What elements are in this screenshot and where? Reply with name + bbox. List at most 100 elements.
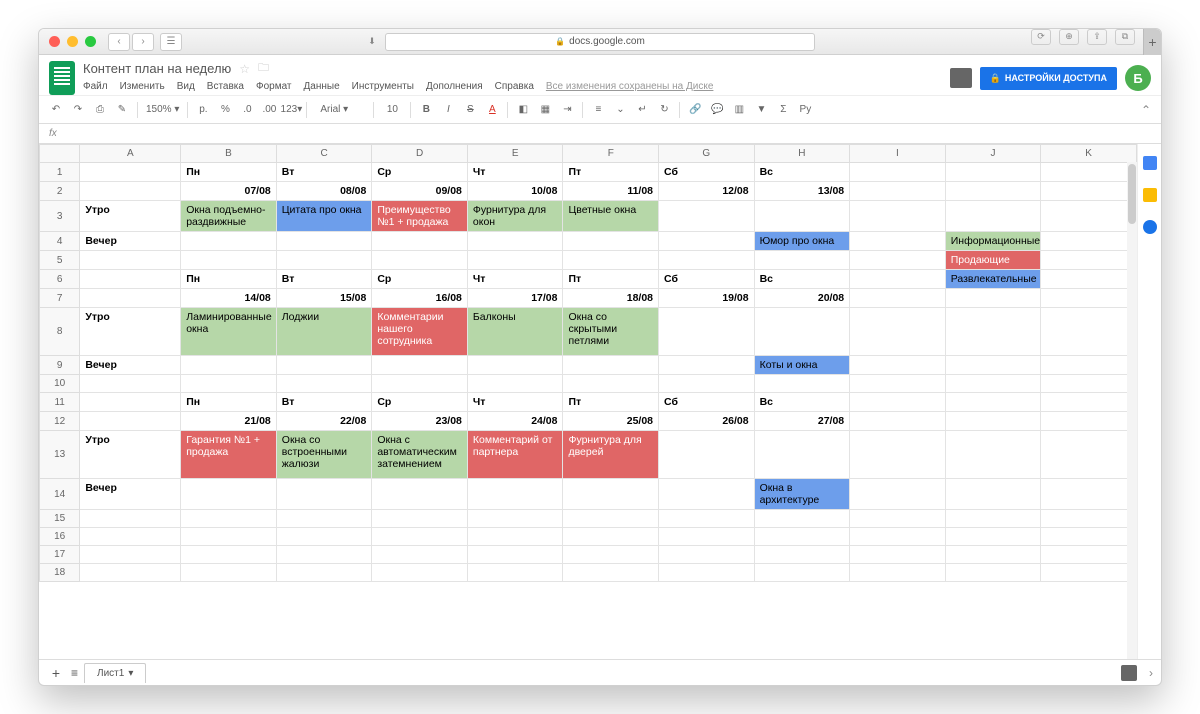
cell[interactable] xyxy=(659,546,755,564)
row-header[interactable]: 12 xyxy=(40,412,80,431)
cell[interactable]: Утро xyxy=(80,201,181,232)
cell[interactable] xyxy=(659,564,755,582)
cell[interactable]: Пт xyxy=(563,270,659,289)
cell[interactable] xyxy=(80,393,181,412)
font-size-input[interactable]: 10 xyxy=(382,104,402,115)
format-123-button[interactable]: 123 ▾ xyxy=(284,103,298,117)
cell[interactable]: 14/08 xyxy=(181,289,277,308)
cell[interactable]: Ср xyxy=(372,163,468,182)
cell[interactable] xyxy=(850,564,946,582)
cell[interactable] xyxy=(80,182,181,201)
cell[interactable] xyxy=(659,375,755,393)
folder-icon[interactable]: 🗀 xyxy=(258,59,269,78)
cell[interactable] xyxy=(276,546,372,564)
download-icon[interactable]: ⊕ xyxy=(1059,29,1079,45)
cell[interactable] xyxy=(850,182,946,201)
cell[interactable] xyxy=(850,412,946,431)
cell[interactable]: Ламинированные окна xyxy=(181,308,277,356)
cell[interactable]: 08/08 xyxy=(276,182,372,201)
cell[interactable] xyxy=(945,431,1041,479)
cell[interactable] xyxy=(1041,564,1137,582)
cell[interactable] xyxy=(945,564,1041,582)
scrollbar-thumb[interactable] xyxy=(1128,164,1136,224)
cell[interactable] xyxy=(945,163,1041,182)
cell[interactable]: Пт xyxy=(563,393,659,412)
halign-button[interactable]: ≡ xyxy=(591,103,605,117)
cell[interactable] xyxy=(181,251,277,270)
cell[interactable] xyxy=(372,375,468,393)
cell[interactable] xyxy=(181,528,277,546)
row-header[interactable]: 5 xyxy=(40,251,80,270)
cell[interactable]: Вечер xyxy=(80,232,181,251)
tasks-icon[interactable] xyxy=(1143,220,1157,234)
cell[interactable] xyxy=(850,546,946,564)
cell[interactable] xyxy=(80,546,181,564)
star-icon[interactable]: ☆ xyxy=(239,62,250,76)
cell[interactable] xyxy=(659,232,755,251)
link-button[interactable]: 🔗 xyxy=(688,103,702,117)
cell[interactable] xyxy=(80,270,181,289)
cell[interactable]: 27/08 xyxy=(754,412,850,431)
cell[interactable]: Чт xyxy=(467,163,563,182)
cell[interactable]: Окна со скрытыми петлями xyxy=(563,308,659,356)
cell[interactable]: Цитата про окна xyxy=(276,201,372,232)
row-header[interactable]: 13 xyxy=(40,431,80,479)
cell[interactable] xyxy=(467,510,563,528)
comment-button[interactable]: 💬 xyxy=(710,103,724,117)
borders-button[interactable]: ▦ xyxy=(538,103,552,117)
cell[interactable] xyxy=(80,510,181,528)
cell[interactable] xyxy=(754,510,850,528)
sheet-tab[interactable]: Лист1 ▾ xyxy=(84,663,146,683)
cell[interactable]: 25/08 xyxy=(563,412,659,431)
row-header[interactable]: 1 xyxy=(40,163,80,182)
cell[interactable]: 26/08 xyxy=(659,412,755,431)
col-header[interactable]: D xyxy=(372,145,468,163)
cell[interactable] xyxy=(80,289,181,308)
cell[interactable] xyxy=(945,528,1041,546)
cell[interactable] xyxy=(850,251,946,270)
col-header[interactable]: C xyxy=(276,145,372,163)
chevron-right-icon[interactable]: › xyxy=(1149,666,1153,680)
menu-format[interactable]: Формат xyxy=(256,81,292,92)
row-header[interactable]: 15 xyxy=(40,510,80,528)
cell[interactable]: Чт xyxy=(467,270,563,289)
functions-button[interactable]: Σ xyxy=(776,103,790,117)
keep-icon[interactable] xyxy=(1143,188,1157,202)
cell[interactable] xyxy=(1041,546,1137,564)
col-header[interactable]: I xyxy=(850,145,946,163)
cell[interactable] xyxy=(563,375,659,393)
cell[interactable] xyxy=(850,163,946,182)
share-button[interactable]: 🔒 НАСТРОЙКИ ДОСТУПА xyxy=(980,67,1117,90)
cell[interactable] xyxy=(563,528,659,546)
cell[interactable]: Лоджии xyxy=(276,308,372,356)
save-status[interactable]: Все изменения сохранены на Диске xyxy=(546,81,714,92)
cell[interactable] xyxy=(1041,201,1137,232)
cell[interactable]: Вт xyxy=(276,270,372,289)
cell[interactable] xyxy=(1041,270,1137,289)
cell[interactable] xyxy=(754,201,850,232)
cell[interactable]: Окна подъемно-раздвижные xyxy=(181,201,277,232)
cell[interactable] xyxy=(372,356,468,375)
calendar-icon[interactable] xyxy=(1143,156,1157,170)
back-button[interactable]: ‹ xyxy=(108,33,130,51)
cell[interactable] xyxy=(945,375,1041,393)
cell[interactable] xyxy=(659,431,755,479)
rotate-button[interactable]: ↻ xyxy=(657,103,671,117)
percent-button[interactable]: % xyxy=(218,103,232,117)
row-header[interactable]: 6 xyxy=(40,270,80,289)
cell[interactable] xyxy=(563,251,659,270)
filter-button[interactable]: ▼ xyxy=(754,103,768,117)
cell[interactable] xyxy=(372,546,468,564)
cell[interactable]: Фурнитура для дверей xyxy=(563,431,659,479)
menu-insert[interactable]: Вставка xyxy=(207,81,244,92)
close-window-button[interactable] xyxy=(49,36,60,47)
cell[interactable] xyxy=(850,393,946,412)
strikethrough-button[interactable]: S xyxy=(463,103,477,117)
cell[interactable]: Вечер xyxy=(80,479,181,510)
cell[interactable] xyxy=(945,546,1041,564)
cell[interactable] xyxy=(850,356,946,375)
cell[interactable]: Комментарии нашего сотрудника xyxy=(372,308,468,356)
cell[interactable] xyxy=(467,356,563,375)
collapse-toolbar-button[interactable]: ⌃ xyxy=(1141,103,1151,117)
cell[interactable] xyxy=(754,308,850,356)
